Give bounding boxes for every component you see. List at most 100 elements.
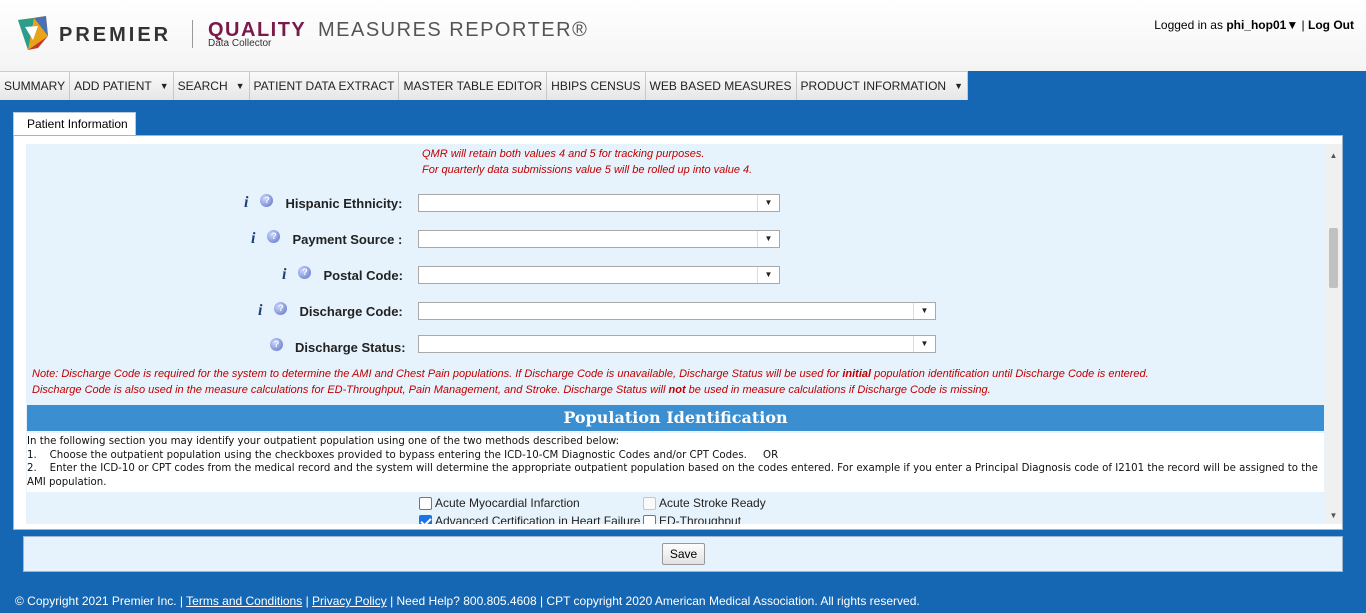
heart-failure-checkbox-label: Advanced Certification in Heart Failure [435, 514, 641, 524]
heart-failure-checkbox[interactable] [419, 514, 432, 524]
population-description: In the following section you may identif… [27, 433, 1324, 492]
scroll-down-icon[interactable]: ▼ [1325, 507, 1342, 524]
discharge-code-label: Discharge Code: [299, 303, 403, 319]
hispanic-ethnicity-label: Hispanic Ethnicity: [285, 195, 403, 211]
population-intro: In the following section you may identif… [27, 436, 620, 447]
nav-product-information[interactable]: PRODUCT INFORMATION ▼ [796, 72, 969, 100]
help-icon[interactable]: ? [260, 193, 274, 207]
premier-logo-icon [18, 16, 48, 50]
help-icon[interactable]: ? [298, 265, 312, 279]
ed-throughput-checkbox[interactable] [643, 514, 656, 524]
checkbox-row-ami[interactable]: Acute Myocardial Infarction [419, 496, 580, 510]
form-scrollbar[interactable]: ▲ ▼ [1325, 144, 1342, 524]
note-text: population identification until Discharg… [871, 368, 1149, 380]
nav-label: HBIPS CENSUS [551, 79, 641, 93]
ami-checkbox[interactable] [419, 496, 432, 510]
nav-master-table-editor[interactable]: MASTER TABLE EDITOR [399, 72, 548, 100]
population-section-title: Population Identification [27, 405, 1324, 431]
discharge-status-select[interactable]: ▼ [418, 335, 936, 353]
logo-divider [192, 20, 193, 48]
discharge-status-label: Discharge Status: [295, 339, 406, 355]
logout-link[interactable]: Log Out [1308, 18, 1354, 32]
nav-patient-data-extract[interactable]: PATIENT DATA EXTRACT [249, 72, 400, 100]
nav-summary[interactable]: SUMMARY [0, 72, 71, 100]
help-icon[interactable]: ? [274, 301, 288, 315]
chevron-down-icon: ▼ [757, 267, 779, 283]
chevron-down-icon: ▼ [757, 231, 779, 247]
tab-patient-information[interactable]: Patient Information [13, 112, 136, 135]
qmr-note-line1: QMR will retain both values 4 and 5 for … [422, 148, 705, 160]
login-separator: | [1301, 18, 1305, 32]
footer-copyright: © Copyright 2021 Premier Inc. | [15, 594, 184, 608]
nav-label: WEB BASED MEASURES [649, 79, 792, 93]
help-icon[interactable]: ? [270, 337, 283, 351]
brand-name: PREMIER [59, 24, 172, 46]
caret-down-icon: ▼ [159, 81, 169, 91]
form-scroll-area: QMR will retain both values 4 and 5 for … [26, 144, 1326, 524]
nav-label: PATIENT DATA EXTRACT [253, 79, 395, 93]
caret-down-icon: ▼ [235, 81, 245, 91]
payment-source-label: Payment Source : [292, 231, 403, 247]
hispanic-ethnicity-row: i ? Hispanic Ethnicity: [244, 191, 402, 215]
caret-down-icon: ▼ [954, 81, 964, 91]
nav-label: ADD PATIENT [74, 79, 152, 93]
nav-hbips-census[interactable]: HBIPS CENSUS [547, 72, 646, 100]
discharge-code-select[interactable]: ▼ [418, 302, 936, 320]
ami-checkbox-label: Acute Myocardial Infarction [435, 496, 580, 510]
population-method-1: 1. Choose the outpatient population usin… [27, 449, 779, 461]
footer: © Copyright 2021 Premier Inc. | Terms an… [15, 594, 920, 608]
help-icon[interactable]: ? [267, 229, 281, 243]
note-text: Note: Discharge Code is required for the… [32, 368, 843, 380]
note-text: be used in measure calculations if Disch… [685, 384, 991, 396]
postal-code-row: i ? Postal Code: [282, 263, 403, 287]
product-subtitle: Data Collector [208, 38, 272, 49]
save-bar: Save [23, 536, 1343, 572]
user-menu[interactable]: phi_hop01▼ [1226, 18, 1298, 32]
info-icon[interactable]: i [282, 266, 286, 284]
checkbox-row-ed-throughput[interactable]: ED-Throughput [643, 514, 741, 524]
stroke-ready-checkbox[interactable] [643, 496, 656, 510]
info-icon[interactable]: i [258, 302, 262, 320]
nav-label: PRODUCT INFORMATION [800, 79, 947, 93]
discharge-note-line1: Note: Discharge Code is required for the… [32, 366, 1322, 382]
info-icon[interactable]: i [244, 194, 248, 212]
nav-web-based-measures[interactable]: WEB BASED MEASURES [645, 72, 797, 100]
discharge-note-line2: Discharge Code is also used in the measu… [32, 382, 1322, 398]
note-text: Discharge Code is also used in the measu… [32, 384, 669, 396]
qmr-note-line2: For quarterly data submissions value 5 w… [422, 164, 753, 176]
nav-add-patient[interactable]: ADD PATIENT ▼ [70, 72, 174, 100]
login-prefix: Logged in as [1154, 18, 1223, 32]
footer-help: | Need Help? 800.805.4608 | CPT copyrigh… [390, 594, 920, 608]
footer-separator: | [305, 594, 309, 608]
nav-search[interactable]: SEARCH ▼ [173, 72, 250, 100]
app-header: PREMIER QUALITY MEASURES REPORTER® Data … [0, 0, 1366, 71]
nav-label: MASTER TABLE EDITOR [403, 79, 543, 93]
main-nav: SUMMARY ADD PATIENT ▼ SEARCH ▼ PATIENT DAT… [0, 71, 969, 100]
nav-label: SUMMARY [4, 79, 66, 93]
save-button[interactable]: Save [662, 543, 705, 565]
postal-code-select[interactable]: ▼ [418, 266, 780, 284]
scroll-up-icon[interactable]: ▲ [1325, 147, 1342, 164]
checkbox-row-heart-failure[interactable]: Advanced Certification in Heart Failure [419, 514, 640, 524]
stroke-ready-checkbox-label: Acute Stroke Ready [659, 496, 766, 510]
payment-source-select[interactable]: ▼ [418, 230, 780, 248]
payment-source-row: i ? Payment Source : [251, 227, 402, 251]
scrollbar-thumb[interactable] [1329, 228, 1338, 288]
note-emphasis: not [668, 384, 686, 396]
note-emphasis: initial [842, 368, 872, 380]
chevron-down-icon: ▼ [913, 336, 935, 352]
terms-link[interactable]: Terms and Conditions [186, 594, 302, 608]
product-name-rest: MEASURES REPORTER® [318, 19, 589, 41]
chevron-down-icon: ▼ [913, 303, 935, 319]
hispanic-ethnicity-select[interactable]: ▼ [418, 194, 780, 212]
info-icon[interactable]: i [251, 230, 255, 248]
chevron-down-icon: ▼ [757, 195, 779, 211]
qmr-note: QMR will retain both values 4 and 5 for … [422, 146, 752, 178]
ed-throughput-checkbox-label: ED-Throughput [659, 514, 742, 524]
checkbox-row-stroke-ready[interactable]: Acute Stroke Ready [643, 496, 766, 510]
postal-code-label: Postal Code: [323, 267, 403, 283]
login-info: Logged in as phi_hop01▼ | Log Out [1154, 18, 1354, 32]
discharge-code-row: i ? Discharge Code: [258, 299, 403, 323]
discharge-status-row: ? Discharge Status: [270, 335, 406, 359]
privacy-link[interactable]: Privacy Policy [312, 594, 387, 608]
